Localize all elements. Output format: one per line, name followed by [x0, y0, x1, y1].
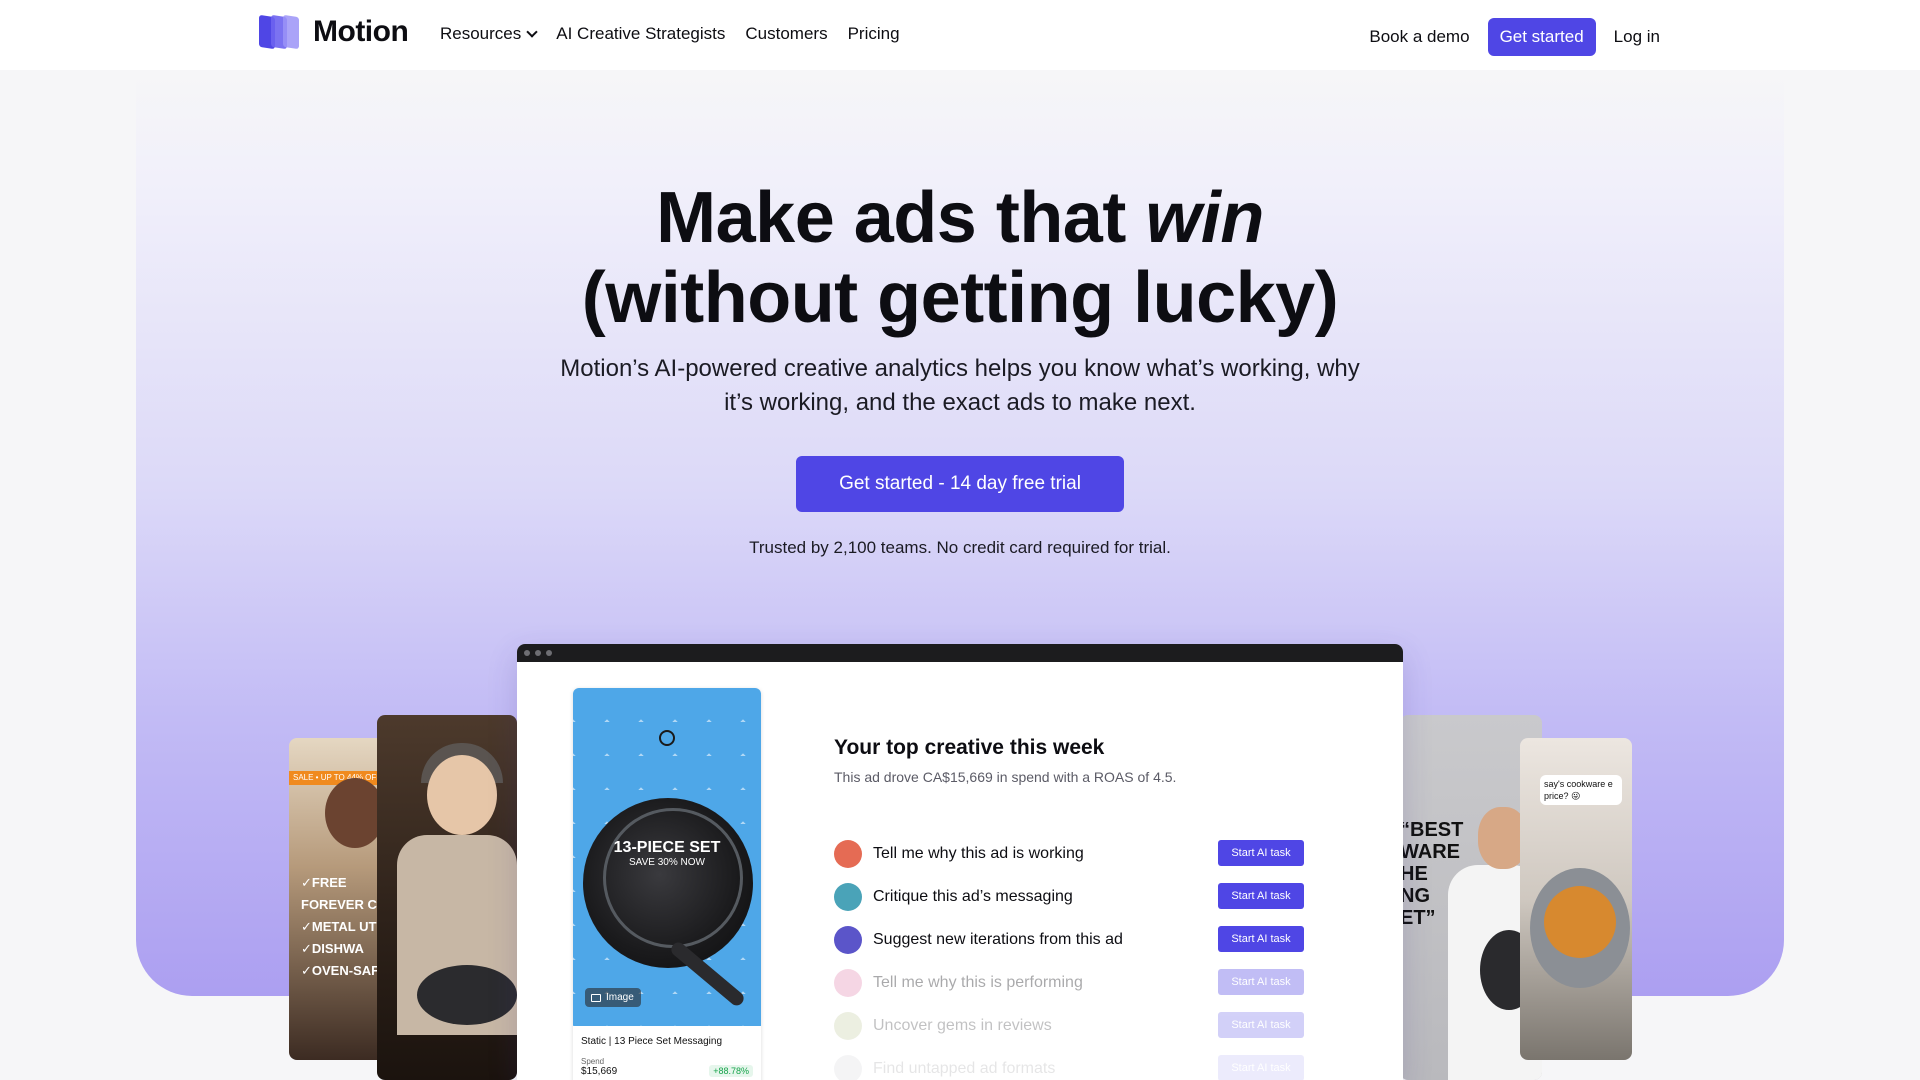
headline-line2: (without getting lucky) — [581, 258, 1339, 338]
start-ai-task-button[interactable]: Start AI task — [1218, 969, 1304, 995]
task-label: Tell me why this ad is working — [873, 844, 1084, 862]
logo-text: Motion — [313, 15, 409, 48]
strategist-avatar — [834, 925, 862, 954]
headline-line1: Make ads that — [656, 178, 1146, 258]
image-type-badge: Image — [585, 988, 641, 1007]
ai-task-row: Tell me why this is performing Start AI … — [834, 961, 1304, 1004]
person-image — [325, 778, 385, 848]
ai-task-row: Critique this ad’s messaging Start AI ta… — [834, 875, 1304, 918]
free-trial-button[interactable]: Get started - 14 day free trial — [796, 456, 1124, 512]
roas-change-badge: +88.78% — [709, 1065, 753, 1077]
quote-line: WARE — [1400, 841, 1460, 863]
nav-links: Resources AI Creative Strategists Custom… — [440, 24, 900, 44]
window-dot-icon — [524, 650, 530, 656]
panel-title: Your top creative this week — [834, 736, 1105, 759]
ad-feature-line: ✓OVEN-SAFE — [301, 963, 388, 978]
pan-image — [417, 965, 517, 1025]
ad-preview-card-left-front — [377, 715, 517, 1080]
nav-item-label: Pricing — [847, 24, 900, 43]
ad-feature-line: ✓METAL UT — [301, 919, 377, 934]
ad-title: Static | 13 Piece Set Messaging — [581, 1036, 723, 1047]
strategist-avatar — [834, 1054, 862, 1080]
insight-panel: Your top creative this week This ad drov… — [834, 736, 1354, 785]
panel-subtitle: This ad drove CA$15,669 in spend with a … — [834, 769, 1177, 785]
strategist-avatar — [834, 1011, 862, 1040]
nav-item-label: AI Creative Strategists — [556, 24, 726, 43]
window-titlebar — [517, 644, 1403, 662]
headline-emphasis: win — [1145, 178, 1264, 258]
nav-item-resources[interactable]: Resources — [440, 24, 538, 44]
top-nav: Motion Resources AI Creative Strategists… — [0, 0, 1920, 70]
strategist-avatar — [834, 968, 862, 997]
task-label: Suggest new iterations from this ad — [873, 930, 1123, 948]
book-demo-link[interactable]: Book a demo — [1369, 27, 1469, 47]
task-label: Find untapped ad formats — [873, 1059, 1056, 1077]
strategist-avatar — [834, 839, 862, 868]
badge-label: Image — [606, 992, 634, 1003]
ai-task-row: Find untapped ad formats Start AI task — [834, 1047, 1304, 1080]
comment-bubble: say's cookware e price? 😜 — [1540, 775, 1622, 805]
ai-task-row: Uncover gems in reviews Start AI task — [834, 1004, 1304, 1047]
pasta-image — [1544, 886, 1616, 958]
ai-task-list: Tell me why this ad is working Start AI … — [834, 832, 1304, 1080]
nav-item-ai-creative-strategists[interactable]: AI Creative Strategists — [556, 24, 725, 44]
trust-text: Trusted by 2,100 teams. No credit card r… — [749, 538, 1171, 557]
quote-line: “BEST — [1400, 819, 1464, 841]
task-label: Critique this ad’s messaging — [873, 887, 1073, 905]
nav-item-customers[interactable]: Customers — [745, 24, 827, 44]
person-face-image — [427, 755, 497, 835]
login-link[interactable]: Log in — [1614, 27, 1660, 47]
ad-image: 13-PIECE SET SAVE 30% NOW Image — [573, 688, 761, 1026]
logo[interactable]: Motion — [259, 14, 409, 50]
image-icon — [591, 993, 601, 1002]
window-dot-icon — [546, 650, 552, 656]
window-dot-icon — [535, 650, 541, 656]
hero-subhead: Motion’s AI-powered creative analytics h… — [560, 355, 1360, 416]
brand-logo-icon — [659, 730, 675, 746]
ad-spend-row: Spend $15,669 +88.78% — [581, 1057, 753, 1077]
nav-item-label: Resources — [440, 24, 522, 43]
nav-actions: Book a demo Get started Log in — [1369, 18, 1660, 56]
top-creative-card[interactable]: 13-PIECE SET SAVE 30% NOW Image Static |… — [573, 688, 761, 1080]
ad-preview-card-right-back: say's cookware e price? 😜 — [1520, 738, 1632, 1060]
ad-feature-line: ✓DISHWA — [301, 941, 364, 956]
ad-feature-list: ✓FREE FOREVER C ✓METAL UT ✓DISHWA ✓OVEN-… — [301, 872, 388, 982]
get-started-button[interactable]: Get started — [1487, 18, 1596, 56]
motion-logo-icon — [259, 14, 303, 50]
ad-subline: SAVE 30% NOW — [629, 857, 705, 868]
ai-task-row: Suggest new iterations from this ad Star… — [834, 918, 1304, 961]
strategist-avatar — [834, 882, 862, 911]
nav-item-label: Customers — [745, 24, 828, 43]
start-ai-task-button[interactable]: Start AI task — [1218, 840, 1304, 866]
ad-headline: 13-PIECE SET — [613, 839, 721, 856]
start-ai-task-button[interactable]: Start AI task — [1218, 926, 1304, 952]
ad-feature-line: FOREVER C — [301, 897, 377, 912]
spend-label: Spend — [581, 1057, 605, 1066]
pan-rim-image — [603, 808, 743, 948]
ad-feature-line: ✓FREE — [301, 875, 347, 890]
start-ai-task-button[interactable]: Start AI task — [1218, 1055, 1304, 1080]
start-ai-task-button[interactable]: Start AI task — [1218, 883, 1304, 909]
app-preview-window: 13-PIECE SET SAVE 30% NOW Image Static |… — [517, 644, 1403, 1080]
hero-headline: Make ads that win (without getting lucky… — [0, 178, 1920, 338]
chevron-down-icon — [526, 26, 538, 38]
spend-value: $15,669 — [581, 1066, 618, 1077]
ad-meta: Static | 13 Piece Set Messaging Spend $1… — [573, 1026, 761, 1077]
task-label: Uncover gems in reviews — [873, 1016, 1052, 1034]
task-label: Tell me why this is performing — [873, 973, 1083, 991]
start-ai-task-button[interactable]: Start AI task — [1218, 1012, 1304, 1038]
ai-task-row: Tell me why this ad is working Start AI … — [834, 832, 1304, 875]
nav-item-pricing[interactable]: Pricing — [848, 24, 900, 44]
